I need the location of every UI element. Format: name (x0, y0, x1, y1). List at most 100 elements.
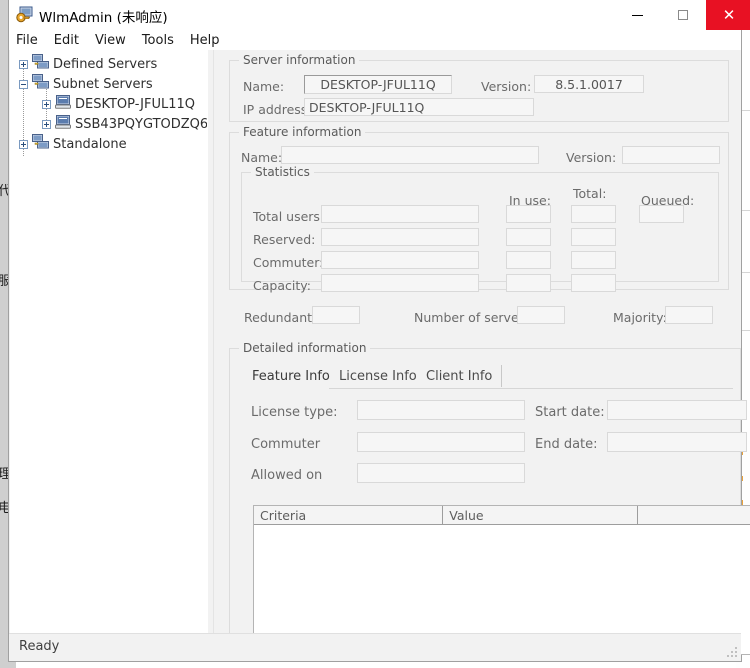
minimize-button[interactable] (614, 0, 660, 30)
statistics-capacity-total[interactable] (571, 274, 616, 292)
status-text: Ready (19, 639, 60, 654)
start-date-field[interactable] (607, 400, 747, 420)
status-bar: Ready (9, 633, 741, 661)
column-header-extra[interactable] (638, 506, 750, 525)
tab-label: Client Info (426, 368, 493, 384)
license-type-label: License type: (251, 405, 338, 420)
minimize-icon (631, 14, 643, 16)
statistics-legend: Statistics (251, 165, 314, 179)
close-button[interactable]: ✕ (706, 0, 750, 30)
tab-feature-info[interactable]: Feature Info (243, 365, 340, 388)
number-of-servers-field[interactable] (517, 306, 565, 324)
pane-splitter[interactable] (209, 50, 220, 633)
tree-node-label: Standalone (53, 136, 127, 152)
statistics-total-users-in-use[interactable] (506, 205, 551, 223)
majority-field[interactable] (665, 306, 713, 324)
feature-version-label: Version: (566, 150, 617, 165)
close-icon: ✕ (722, 6, 736, 24)
redundant-label: Redundant: (244, 310, 317, 325)
column-header-value[interactable]: Value (443, 506, 639, 525)
criteria-table-header: Criteria Value (254, 506, 750, 525)
server-name-label: Name: (243, 79, 285, 94)
tree-node-label: DESKTOP-JFUL11Q (75, 96, 195, 112)
tree-node-desktop-jful11q[interactable]: DESKTOP-JFUL11Q (11, 94, 207, 114)
expand-toggle-icon[interactable] (42, 119, 51, 129)
menu-item-file[interactable]: File (16, 33, 46, 48)
statistics-total-users-total[interactable] (571, 205, 616, 223)
start-date-label: Start date: (535, 405, 605, 420)
tree-node-label: SSB43PQYGTODZQ6 (75, 116, 208, 132)
statistics-capacity-field[interactable] (321, 274, 479, 292)
menu-item-help[interactable]: Help (190, 33, 228, 48)
statistics-capacity-label: Capacity: (253, 278, 311, 293)
statistics-commuter-total[interactable] (571, 251, 616, 269)
client-area: Defined Servers Subnet Servers DESKTOP-J… (9, 50, 750, 661)
tab-underline (329, 388, 733, 389)
tree-node-label: Defined Servers (53, 56, 158, 72)
server-version-label: Version: (481, 79, 532, 94)
wlmadmin-window: WlmAdmin (未响应) ✕ File Edit View Tools He… (8, 0, 750, 662)
menu-item-tools[interactable]: Tools (142, 33, 182, 48)
tree-node-defined-servers[interactable]: Defined Servers (11, 54, 207, 74)
servers-icon (32, 54, 49, 74)
expand-toggle-icon[interactable] (19, 59, 28, 69)
statistics-total-header: Total: (573, 186, 607, 201)
statistics-capacity-in-use[interactable] (506, 274, 551, 292)
majority-label: Majority: (613, 310, 667, 325)
redundant-field[interactable] (312, 306, 360, 324)
statistics-total-users-label: Total users: (253, 209, 325, 224)
detail-tabstrip: Feature Info License Info Client Info (243, 365, 503, 388)
statistics-reserved-label: Reserved: (253, 232, 316, 247)
feature-name-field[interactable] (281, 146, 539, 164)
servers-icon (32, 74, 49, 94)
tab-label: Feature Info (252, 368, 330, 384)
statistics-reserved-in-use[interactable] (506, 228, 551, 246)
end-date-field[interactable] (607, 432, 747, 452)
menu-bar: File Edit View Tools Help (9, 30, 741, 50)
feature-version-field[interactable] (622, 146, 720, 164)
expand-toggle-icon[interactable] (42, 99, 51, 109)
title-bar[interactable]: WlmAdmin (未响应) ✕ (9, 0, 750, 30)
tab-license-info[interactable]: License Info (330, 365, 427, 387)
server-tree[interactable]: Defined Servers Subnet Servers DESKTOP-J… (10, 50, 208, 633)
statistics-total-users-field[interactable] (321, 205, 479, 223)
window-title: WlmAdmin (未响应) (39, 10, 168, 26)
tree-node-standalone[interactable]: Standalone (11, 134, 207, 154)
end-date-label: End date: (535, 437, 598, 452)
tree-node-label: Subnet Servers (53, 76, 153, 92)
commuter-detail-field[interactable] (357, 432, 525, 452)
allowed-on-label: Allowed on (251, 468, 323, 483)
commuter-detail-label: Commuter (251, 437, 321, 452)
license-type-field[interactable] (357, 400, 525, 420)
allowed-on-field[interactable] (357, 463, 525, 483)
tree-node-subnet-servers[interactable]: Subnet Servers (11, 74, 207, 94)
maximize-button[interactable] (660, 0, 706, 30)
server-name-field[interactable]: DESKTOP-JFUL11Q (304, 75, 452, 94)
computer-icon (55, 94, 71, 114)
tab-label: License Info (339, 368, 417, 384)
column-header-criteria[interactable]: Criteria (254, 506, 444, 525)
tree-node-ssb43pqygtodzq6[interactable]: SSB43PQYGTODZQ6 (11, 114, 207, 134)
statistics-reserved-total[interactable] (571, 228, 616, 246)
menu-item-view[interactable]: View (95, 33, 134, 48)
expand-toggle-icon[interactable] (19, 139, 28, 149)
server-ip-field[interactable]: DESKTOP-JFUL11Q (304, 98, 534, 116)
detail-pane: Server information Name: DESKTOP-JFUL11Q… (221, 50, 750, 658)
computer-icon (55, 114, 71, 134)
server-ip-label: IP address: (243, 102, 312, 117)
collapse-toggle-icon[interactable] (19, 79, 28, 89)
statistics-commuter-label: Commuter: (253, 255, 324, 270)
statistics-reserved-field[interactable] (321, 228, 479, 246)
feature-name-label: Name: (241, 150, 283, 165)
statistics-commuter-in-use[interactable] (506, 251, 551, 269)
detailed-information-legend: Detailed information (239, 341, 371, 355)
tab-client-info[interactable]: Client Info (417, 365, 503, 387)
menu-item-edit[interactable]: Edit (54, 33, 87, 48)
statistics-total-users-queued[interactable] (639, 205, 684, 223)
wlmadmin-app-icon (16, 6, 33, 23)
server-version-field[interactable]: 8.5.1.0017 (534, 75, 644, 93)
statistics-commuter-field[interactable] (321, 251, 479, 269)
server-information-legend: Server information (239, 53, 360, 67)
feature-information-legend: Feature information (239, 125, 366, 139)
resize-grip-icon[interactable] (725, 645, 739, 659)
